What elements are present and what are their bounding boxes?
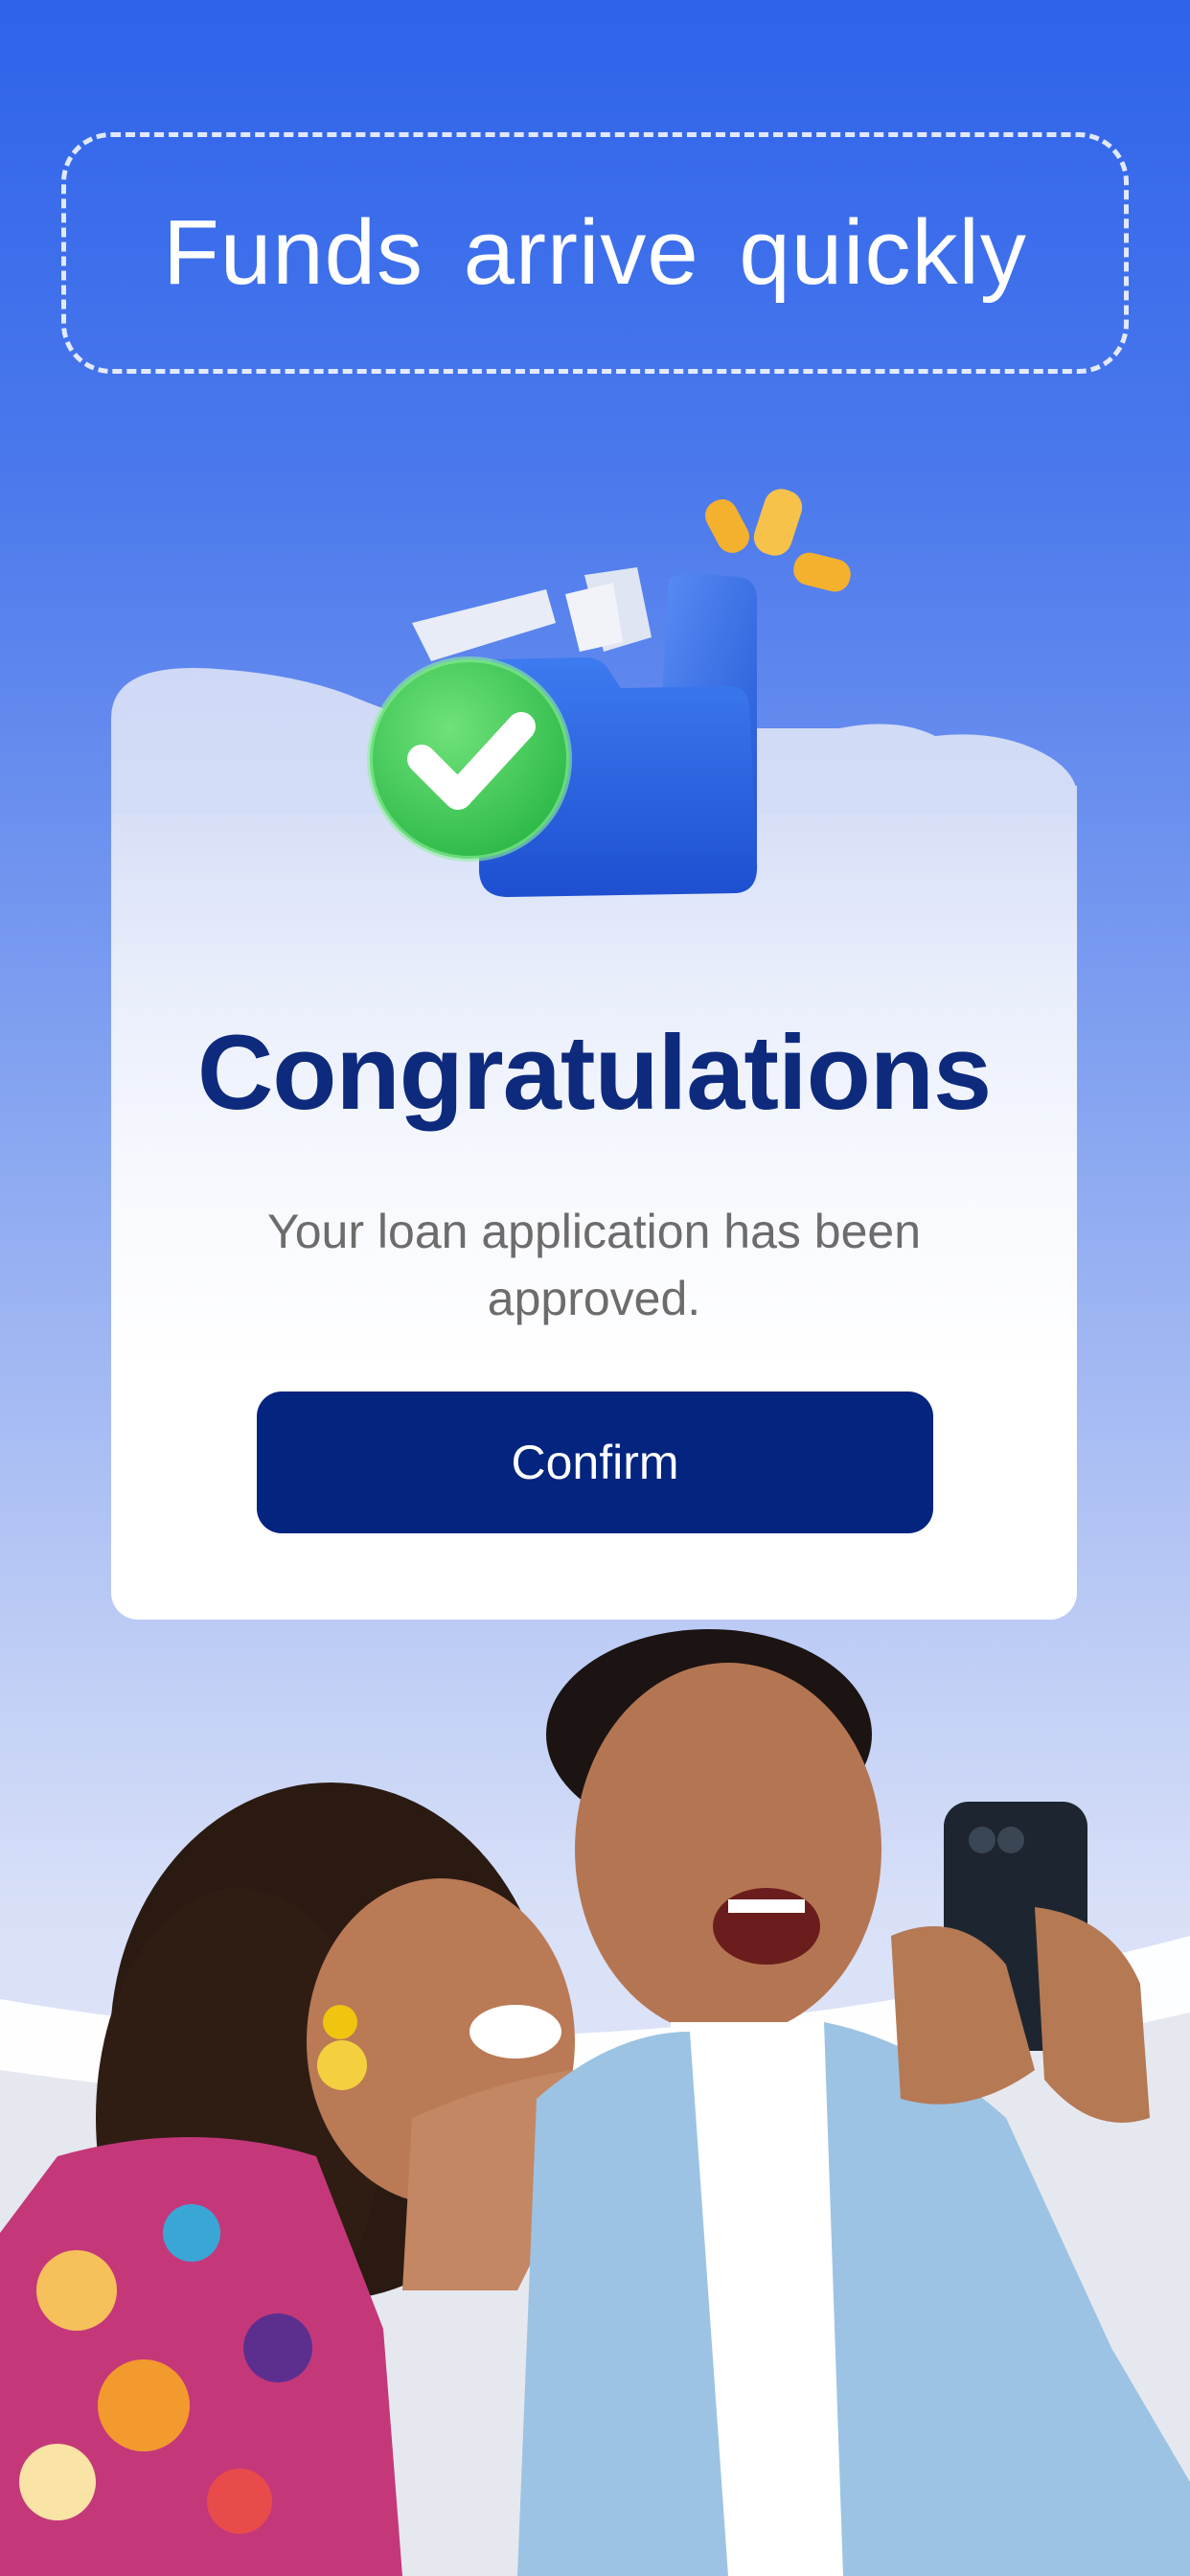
approval-message: Your loan application has been approved. [266,1205,922,1325]
folder-approved-icon [367,489,851,897]
loan-approved-screen: Funds arrive quickly Congratulations You… [0,0,1190,2576]
funds-banner: Funds arrive quickly [61,132,1129,374]
congratulations-title: Congratulations [196,1014,992,1132]
couple-celebrating-illustration [0,1629,1190,2576]
card-content: Congratulations Your loan application ha… [111,1006,1077,1332]
banner-title: Funds arrive quickly [163,201,1027,304]
confirm-button[interactable]: Confirm [257,1392,933,1533]
